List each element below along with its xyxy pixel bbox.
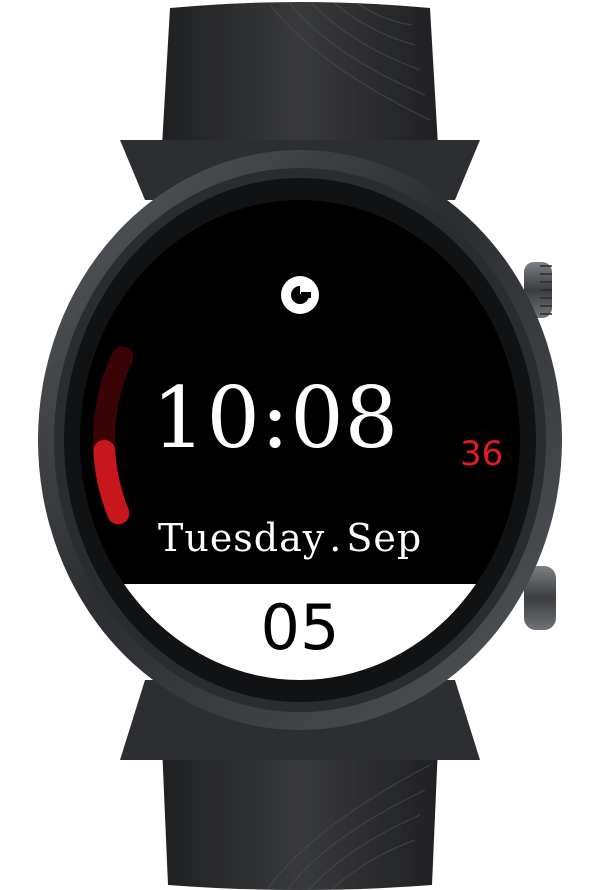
time-separator: : bbox=[260, 369, 291, 467]
date-weekday: Tuesday bbox=[158, 516, 326, 560]
time-hours: 10 bbox=[152, 369, 261, 467]
brand-logo-icon bbox=[281, 276, 319, 314]
progress-arc-fill bbox=[93, 439, 130, 525]
time-minutes: 08 bbox=[290, 369, 400, 467]
time-display: 10:08 bbox=[152, 376, 399, 460]
time-seconds: 36 bbox=[460, 434, 504, 474]
date-month: Sep bbox=[346, 516, 423, 560]
date-line: Tuesday. Sep bbox=[158, 518, 422, 558]
watch-screen[interactable]: 10:08 36 Tuesday. Sep 05 bbox=[80, 200, 520, 680]
smartwatch-render: 10:08 36 Tuesday. Sep 05 bbox=[0, 0, 600, 890]
date-separator: . bbox=[329, 516, 343, 560]
date-day-number: 05 bbox=[260, 591, 340, 664]
